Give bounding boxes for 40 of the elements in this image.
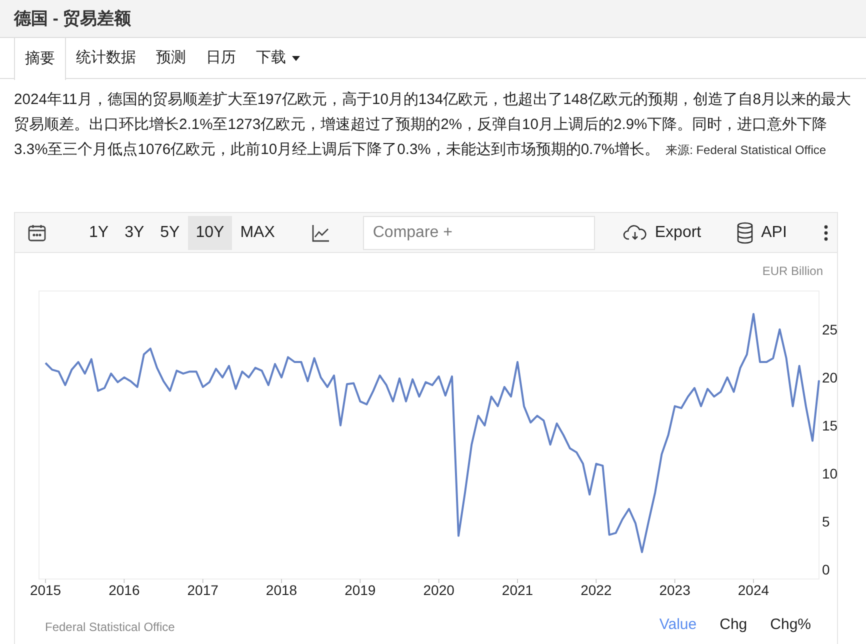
unit-label: EUR Billion — [762, 263, 823, 280]
export-button[interactable]: Export — [622, 220, 702, 244]
x-axis-label: 2020 — [423, 582, 454, 598]
x-axis-label: 2018 — [266, 582, 298, 598]
more-icon[interactable] — [824, 224, 828, 240]
source-label: Federal Statistical Office — [45, 619, 175, 636]
y-axis-label: 5 — [822, 513, 830, 530]
tab[interactable]: 预测 — [146, 38, 196, 79]
view-tab[interactable]: Chg — [720, 614, 748, 636]
tab[interactable]: 日历 — [196, 38, 246, 79]
x-axis-label: 2016 — [108, 582, 140, 598]
tab[interactable]: 摘要 — [14, 38, 66, 80]
range-button[interactable]: 10Y — [188, 216, 232, 250]
line-chart-icon[interactable] — [310, 222, 331, 242]
x-axis-label: 2019 — [344, 582, 376, 598]
range-button[interactable]: 3Y — [116, 216, 152, 250]
tab[interactable]: 统计数据 — [66, 38, 146, 79]
cloud-download-icon — [622, 224, 647, 242]
range-button[interactable]: 1Y — [81, 216, 117, 250]
calendar-icon[interactable] — [27, 222, 47, 242]
page-title: 德国 - 贸易差额 — [14, 8, 132, 30]
api-button[interactable]: API — [737, 220, 787, 244]
y-axis-label: 20 — [822, 369, 838, 386]
range-button[interactable]: 5Y — [152, 216, 188, 250]
y-axis-label: 15 — [822, 417, 838, 434]
database-icon — [737, 222, 754, 244]
x-axis-label: 2022 — [580, 582, 612, 598]
summary-paragraph: 2024年11月，德国的贸易顺差扩大至197亿欧元，高于10月的134亿欧元，也超出了148亿欧元的预期，创造了自8月以来的最大贸易顺差。出口环比增长2.1%至1273亿欧元，增速超过了预期的2%，反弹自10月上调后的2.9%下降。同时，进口意外下降3.3%至三个月低点1076亿欧元，此前10月经上调后下降了0.3%，未能达到市场预期的0.7%增长。 来源: Federal Statistical Office — [14, 90, 852, 160]
range-button[interactable]: MAX — [232, 216, 283, 250]
x-axis-label: 2015 — [30, 582, 62, 598]
x-axis-label: 2023 — [659, 582, 690, 598]
x-axis-label: 2024 — [738, 582, 770, 598]
y-axis-label: 10 — [822, 465, 838, 482]
tab[interactable]: 下载 — [246, 38, 310, 79]
x-axis-label: 2021 — [502, 582, 534, 598]
y-axis-label: 0 — [822, 561, 830, 578]
y-axis-label: 25 — [822, 321, 838, 338]
view-tab[interactable]: Chg% — [770, 614, 811, 636]
compare-field[interactable]: Compare + — [362, 216, 595, 250]
x-axis-label: 2017 — [187, 582, 218, 598]
